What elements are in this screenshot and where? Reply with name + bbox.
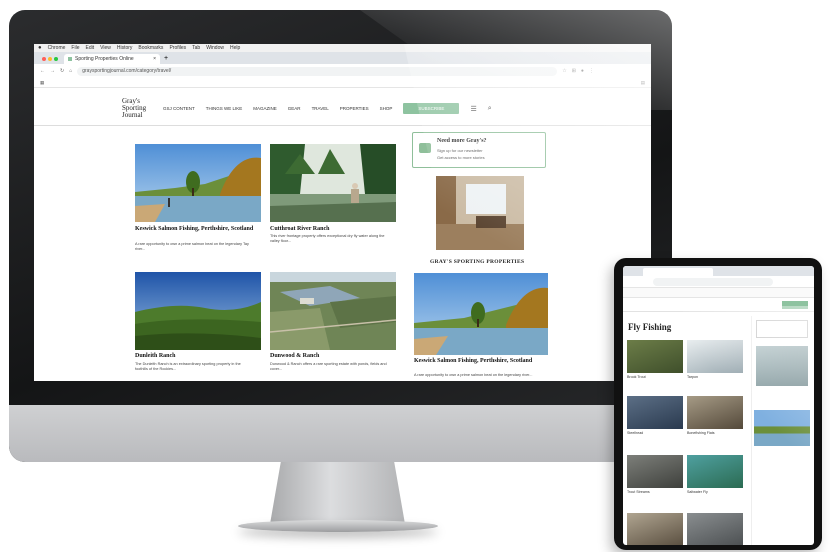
minimize-window-icon[interactable] — [48, 57, 52, 61]
card-image-cutthroat[interactable] — [270, 144, 396, 222]
nav-travel[interactable]: TRAVEL — [312, 106, 329, 111]
tablet-site-header — [623, 298, 814, 312]
reload-icon[interactable]: ↻ — [60, 68, 64, 74]
promo-icon — [419, 143, 431, 153]
card-desc-keswick: A rare opportunity to own a prime salmon… — [135, 242, 249, 251]
apps-icon[interactable]: ▦ — [40, 80, 44, 86]
green-valley-image — [135, 272, 261, 350]
tablet-thumb[interactable] — [627, 513, 683, 545]
sidebar-image-keswick[interactable] — [414, 273, 548, 355]
card-image-keswick[interactable] — [135, 144, 261, 222]
forest-stream-image — [270, 144, 396, 222]
search-icon[interactable]: ⌕ — [488, 105, 492, 113]
card-title-keswick[interactable]: Keswick Salmon Fishing, Perthshire, Scot… — [135, 226, 255, 233]
card-title-cutthroat[interactable]: Cutthroat River Ranch — [270, 226, 390, 233]
card-desc-dunwood: Dunwood & Ranch offers a rare sporting e… — [270, 362, 387, 371]
tablet-caption[interactable]: Bonefishing Flats — [687, 431, 743, 435]
newsletter-promo[interactable]: Need more Gray's? Sign up for our newsle… — [412, 132, 546, 168]
tablet-sidebar-image[interactable] — [756, 346, 808, 386]
card-desc-dunleith: The Dunleith Ranch is an extraordinary s… — [135, 362, 241, 371]
zoom-window-icon[interactable] — [54, 57, 58, 61]
tablet-thumb[interactable] — [627, 396, 683, 429]
menu-view[interactable]: View — [100, 45, 111, 51]
menu-profiles[interactable]: Profiles — [169, 45, 186, 51]
river-landscape-image — [135, 144, 261, 222]
nav-properties[interactable]: PROPERTIES — [340, 106, 369, 111]
card-title-dunleith[interactable]: Dunleith Ranch — [135, 353, 255, 360]
back-icon[interactable]: ← — [40, 68, 45, 74]
tablet-caption[interactable]: Trout Streams — [627, 490, 683, 494]
nav-things-we-like[interactable]: THINGS WE LIKE — [206, 106, 243, 111]
tablet-subscribe-button[interactable] — [782, 301, 808, 309]
tablet-bookmarks-bar — [623, 288, 814, 298]
tablet-caption[interactable]: Tarpon — [687, 375, 743, 379]
close-tab-icon[interactable]: × — [153, 56, 156, 62]
menu-file[interactable]: File — [71, 45, 79, 51]
menu-help[interactable]: Help — [230, 45, 240, 51]
nav-gear[interactable]: GEAR — [288, 106, 301, 111]
promo-line1: Sign up for our newsletter — [437, 148, 483, 153]
account-icon[interactable]: ☰ — [470, 105, 476, 113]
card-image-dunwood[interactable] — [270, 272, 396, 350]
card-desc-cutthroat: This river frontage property offers exce… — [270, 234, 385, 243]
river-landscape-image — [414, 273, 548, 355]
browser-tab[interactable]: Sporting Properties Online × — [64, 54, 160, 64]
promo-title: Need more Gray's? — [437, 138, 487, 144]
tablet-sidebar-river-image[interactable] — [754, 410, 810, 446]
menu-chrome[interactable]: Chrome — [48, 45, 66, 51]
nav-gsj-content[interactable]: GSJ CONTENT — [163, 106, 195, 111]
card-title-dunwood[interactable]: Dunwood & Ranch — [270, 353, 390, 360]
tablet-caption[interactable]: Steelhead — [627, 431, 683, 435]
new-tab-icon[interactable]: + — [164, 54, 168, 64]
property-image-interior[interactable] — [436, 176, 524, 250]
tablet-tab[interactable] — [643, 268, 713, 276]
tab-title: Sporting Properties Online — [75, 56, 134, 62]
imac-chin — [9, 405, 672, 462]
tablet-screen: Fly Fishing Brook Trout Tarpon Steelhead… — [623, 266, 814, 545]
tablet-thumb[interactable] — [627, 340, 683, 373]
menu-edit[interactable]: Edit — [85, 45, 94, 51]
url-text: graysportingjournal.com/category/travel/ — [82, 68, 172, 74]
interior-room-image — [436, 176, 524, 250]
nav-shop[interactable]: SHOP — [380, 106, 393, 111]
menu-window[interactable]: Window — [206, 45, 224, 51]
subscribe-button[interactable]: SUBSCRIBE — [403, 103, 460, 114]
tablet-page-title: Fly Fishing — [628, 322, 672, 332]
menu-bookmarks[interactable]: Bookmarks — [138, 45, 163, 51]
menu-tab[interactable]: Tab — [192, 45, 200, 51]
sidebar-card-desc: A rare opportunity to own a prime salmon… — [414, 373, 533, 377]
menu-history[interactable]: History — [117, 45, 133, 51]
sidebar-card-title[interactable]: Keswick Salmon Fishing, Perthshire, Scot… — [414, 358, 546, 365]
tablet-caption[interactable]: Brook Trout — [627, 375, 683, 379]
tablet-thumb[interactable] — [687, 396, 743, 429]
forward-icon[interactable]: → — [50, 68, 55, 74]
home-icon[interactable]: ⌂ — [69, 68, 72, 74]
tablet-url-bar[interactable] — [653, 278, 773, 286]
tablet-caption[interactable]: Saltwater Fly — [687, 490, 743, 494]
card-image-dunleith[interactable] — [135, 272, 261, 350]
promo-line2: Get access to more stories — [437, 155, 485, 160]
tablet-thumb[interactable] — [687, 340, 743, 373]
tablet-promo-box[interactable] — [756, 320, 808, 338]
window-controls — [42, 54, 58, 64]
tablet-thumb[interactable] — [627, 455, 683, 488]
aerial-estate-image — [270, 272, 396, 350]
favicon-icon — [68, 57, 72, 61]
nav-magazine[interactable]: MAGAZINE — [253, 106, 277, 111]
apple-icon[interactable]: ● — [38, 45, 42, 51]
sidebar-heading[interactable]: GRAY'S SPORTING PROPERTIES — [430, 259, 524, 265]
site-logo[interactable]: Gray's Sporting Journal — [122, 98, 152, 119]
imac-stand — [270, 462, 405, 524]
tablet-sidebar — [751, 316, 811, 545]
tablet-thumb[interactable] — [687, 513, 743, 545]
tablet-tabbar — [623, 266, 814, 276]
close-window-icon[interactable] — [42, 57, 46, 61]
imac-base — [238, 520, 438, 532]
tablet-thumb[interactable] — [687, 455, 743, 488]
tablet-address-bar — [623, 276, 814, 288]
